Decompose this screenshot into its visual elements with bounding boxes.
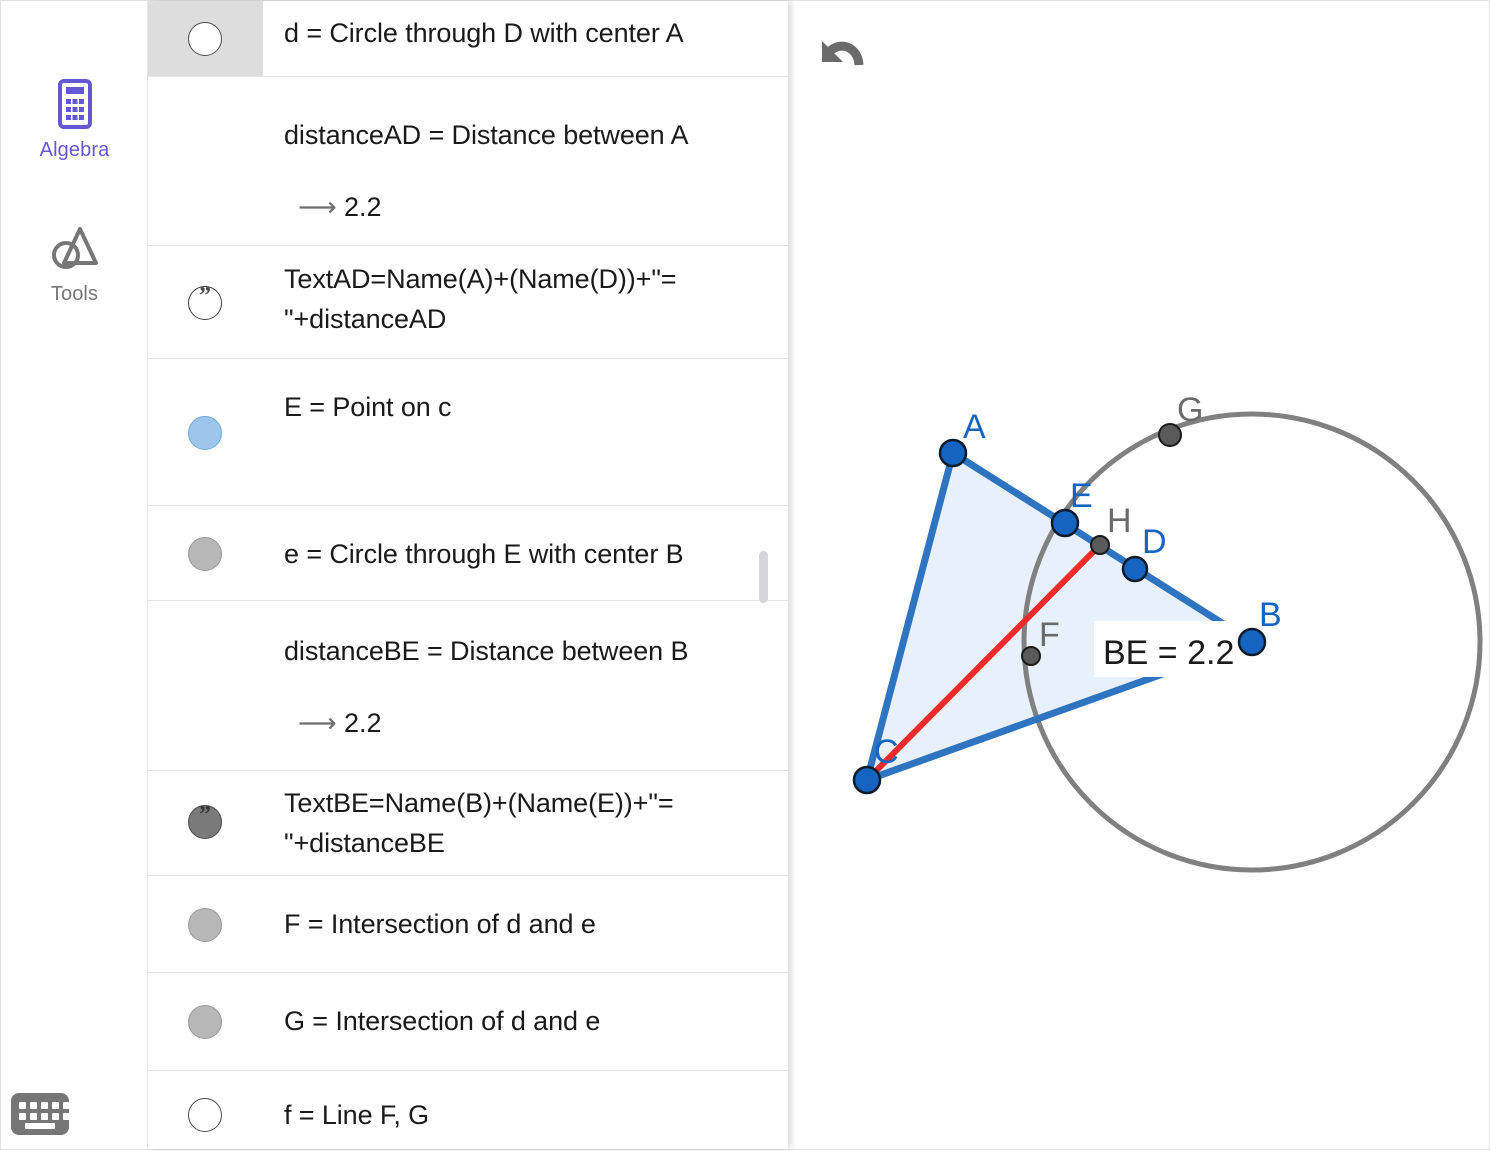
- algebra-row-distanceAD[interactable]: distanceAD = Distance between A ⟶ 2.2: [148, 77, 788, 246]
- algebra-expression[interactable]: e = Circle through E with center B: [284, 534, 788, 574]
- point-F[interactable]: [1021, 646, 1041, 666]
- algebra-row-value: ⟶ 2.2: [298, 190, 382, 224]
- row-marker-cell[interactable]: [148, 876, 262, 972]
- algebra-row-f[interactable]: f = Line F, G: [148, 1071, 788, 1149]
- nav-item-tools-label: Tools: [50, 283, 99, 305]
- algebra-expression-line2[interactable]: "+distanceBE: [284, 823, 788, 863]
- point-label-B: B: [1259, 596, 1282, 634]
- row-marker-cell[interactable]: [148, 506, 262, 600]
- visibility-toggle-text-light[interactable]: ”: [188, 283, 222, 320]
- row-marker-cell[interactable]: [148, 1, 262, 76]
- row-content: F = Intersection of d and e: [284, 876, 788, 972]
- algebra-row-F[interactable]: F = Intersection of d and e: [148, 876, 788, 973]
- left-nav-rail: Algebra Tools: [1, 1, 148, 1149]
- algebra-row-E[interactable]: E = Point on c: [148, 359, 788, 506]
- algebra-view-panel: d = Circle through D with center A dista…: [148, 1, 788, 1149]
- point-label-G: G: [1177, 391, 1203, 429]
- row-marker-cell[interactable]: ”: [148, 246, 262, 358]
- row-content: distanceBE = Distance between B ⟶ 2.2: [284, 601, 788, 770]
- row-marker-cell[interactable]: ”: [148, 771, 262, 875]
- row-marker-cell[interactable]: [148, 77, 262, 245]
- point-label-A: A: [963, 408, 986, 446]
- nav-item-tools[interactable]: Tools: [1, 223, 148, 306]
- visibility-toggle-gray-circle[interactable]: [188, 908, 222, 942]
- row-content: distanceAD = Distance between A ⟶ 2.2: [284, 77, 788, 245]
- algebra-row-e[interactable]: e = Circle through E with center B: [148, 506, 788, 601]
- row-content: G = Intersection of d and e: [284, 973, 788, 1070]
- point-label-E: E: [1070, 477, 1093, 515]
- row-marker-cell[interactable]: [148, 601, 262, 770]
- graphics-view[interactable]: BE = 2.2 A B C D E F G H: [788, 1, 1489, 1149]
- algebra-expression[interactable]: E = Point on c: [284, 387, 788, 427]
- result-arrow-icon: ⟶: [298, 708, 337, 738]
- row-marker-cell[interactable]: [148, 359, 262, 505]
- keyboard-icon[interactable]: [11, 1093, 70, 1135]
- row-content: d = Circle through D with center A: [284, 1, 788, 76]
- geometry-canvas[interactable]: BE = 2.2 A B C D E F G H: [788, 1, 1490, 1151]
- algebra-expression[interactable]: f = Line F, G: [284, 1095, 788, 1135]
- row-marker-cell[interactable]: [148, 1071, 262, 1149]
- visibility-toggle-gray-circle[interactable]: [188, 1005, 222, 1039]
- quote-icon: ”: [199, 802, 211, 828]
- algebra-expression[interactable]: G = Intersection of d and e: [284, 1001, 788, 1041]
- algebra-value-number: 2.2: [344, 708, 382, 738]
- row-content: TextAD=Name(A)+(Name(D))+"= "+distanceAD: [284, 246, 788, 358]
- algebra-expression[interactable]: F = Intersection of d and e: [284, 904, 788, 944]
- row-content: f = Line F, G: [284, 1071, 788, 1149]
- scrollbar-thumb[interactable]: [759, 551, 768, 603]
- row-marker-cell[interactable]: [148, 973, 262, 1070]
- nav-item-algebra[interactable]: Algebra: [1, 79, 148, 162]
- quote-icon: ”: [199, 283, 211, 309]
- algebra-expression[interactable]: distanceBE = Distance between B: [284, 631, 788, 671]
- visibility-toggle-white-circle[interactable]: [188, 22, 222, 56]
- row-content: e = Circle through E with center B: [284, 506, 788, 600]
- algebra-row-d[interactable]: d = Circle through D with center A: [148, 1, 788, 77]
- algebra-row-TextBE[interactable]: ” TextBE=Name(B)+(Name(E))+"= "+distance…: [148, 771, 788, 876]
- tools-icon: [1, 223, 148, 279]
- row-content: E = Point on c: [284, 359, 788, 505]
- algebra-row-TextAD[interactable]: ” TextAD=Name(A)+(Name(D))+"= "+distance…: [148, 246, 788, 359]
- algebra-expression[interactable]: distanceAD = Distance between A: [284, 115, 788, 155]
- nav-item-algebra-label: Algebra: [39, 139, 110, 161]
- visibility-toggle-text-dark[interactable]: ”: [188, 802, 222, 839]
- algebra-row-value: ⟶ 2.2: [298, 706, 382, 740]
- visibility-toggle-gray-circle[interactable]: [188, 537, 222, 571]
- vertical-scrollbar[interactable]: [757, 1, 769, 1149]
- algebra-expression-line1[interactable]: TextAD=Name(A)+(Name(D))+"=: [284, 259, 788, 299]
- calculator-icon: [1, 79, 148, 135]
- algebra-expression-line2[interactable]: "+distanceAD: [284, 299, 788, 339]
- algebra-expression-line1[interactable]: TextBE=Name(B)+(Name(E))+"=: [284, 783, 788, 823]
- geogebra-window: Algebra Tools d = Circle through D with …: [0, 0, 1490, 1150]
- algebra-row-distanceBE[interactable]: distanceBE = Distance between B ⟶ 2.2: [148, 601, 788, 771]
- point-label-F: F: [1039, 616, 1060, 654]
- algebra-expression[interactable]: d = Circle through D with center A: [284, 13, 788, 53]
- point-label-C: C: [874, 733, 899, 771]
- algebra-value-number: 2.2: [344, 192, 382, 222]
- point-label-D: D: [1142, 523, 1167, 561]
- algebra-row-G[interactable]: G = Intersection of d and e: [148, 973, 788, 1071]
- point-label-H: H: [1107, 502, 1132, 540]
- visibility-toggle-blue-circle[interactable]: [188, 416, 222, 450]
- visibility-toggle-white-circle[interactable]: [188, 1098, 222, 1132]
- result-arrow-icon: ⟶: [298, 192, 337, 222]
- row-content: TextBE=Name(B)+(Name(E))+"= "+distanceBE: [284, 771, 788, 875]
- measurement-label[interactable]: BE = 2.2: [1103, 634, 1234, 672]
